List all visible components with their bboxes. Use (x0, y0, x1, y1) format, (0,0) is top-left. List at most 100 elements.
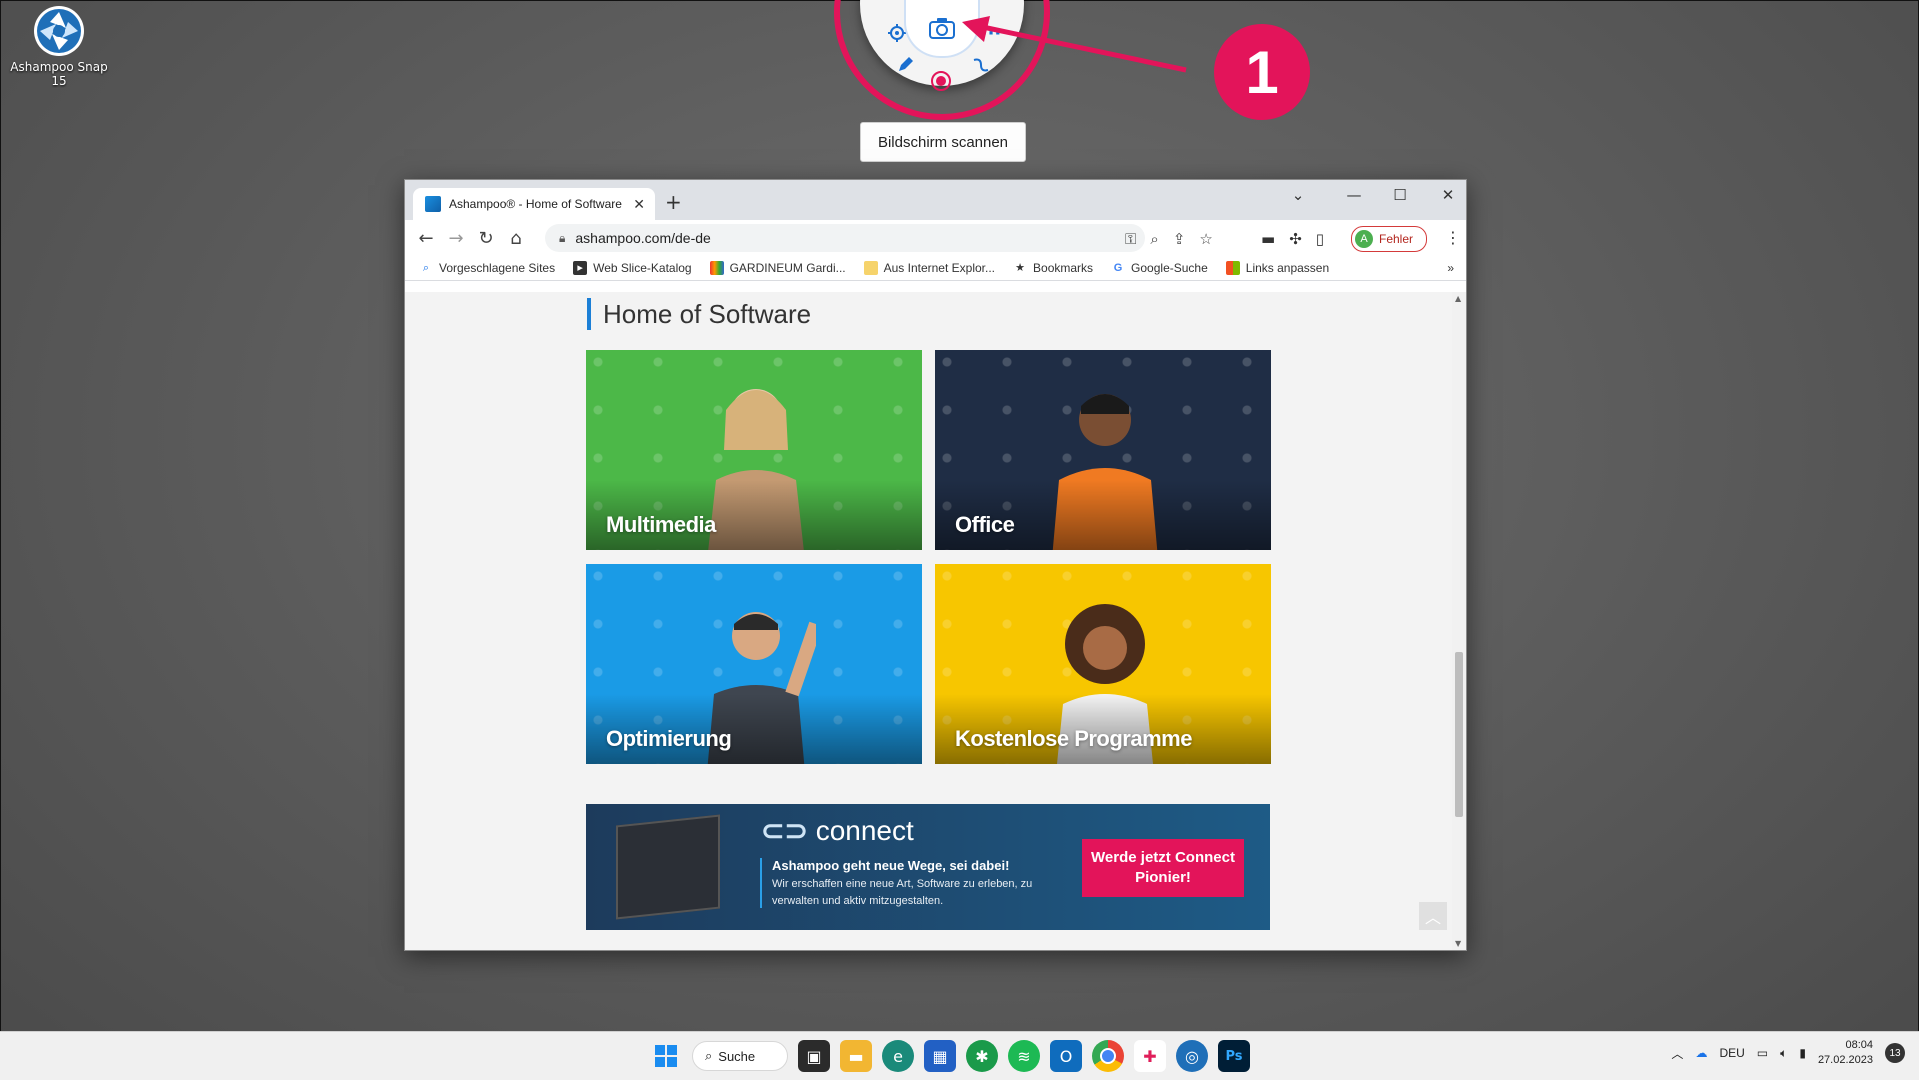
scroll-to-top-button[interactable]: ︿ (1419, 902, 1447, 930)
network-icon[interactable]: ▭ (1757, 1046, 1768, 1060)
zoom-icon[interactable]: ⌕ (1150, 230, 1158, 248)
camera-icon (929, 18, 955, 39)
web-slice-icon: ▸ (573, 261, 588, 275)
extension-icon[interactable]: ▬ (1261, 230, 1275, 248)
side-panel-icon[interactable]: ▯ (1316, 230, 1324, 248)
bookmark-item[interactable]: ▸ Web Slice-Katalog (573, 261, 692, 275)
connect-logo: ⊂⊃ connect (761, 815, 914, 846)
gardineum-icon (709, 261, 724, 275)
bookmark-item[interactable]: ⌕ Vorgeschlagene Sites (419, 261, 555, 275)
battery-icon[interactable]: ▮ (1799, 1046, 1806, 1060)
connect-banner[interactable]: ⊂⊃ connect Ashampoo geht neue Wege, sei … (586, 804, 1270, 930)
edge-icon[interactable]: e (882, 1040, 914, 1072)
tile-label: Optimierung (606, 726, 732, 751)
windows-logo-icon (655, 1045, 677, 1067)
tile-office[interactable]: Office (935, 350, 1271, 550)
show-hidden-icons-chevron-icon[interactable]: ︿ (1671, 1045, 1683, 1062)
tile-kostenlose-programme[interactable]: Kostenlose Programme (935, 564, 1271, 764)
avatar: A (1355, 230, 1373, 248)
back-icon[interactable]: ← (411, 228, 441, 249)
annotation-arrow (962, 16, 1187, 73)
windows-taskbar: ⌕ Suche ▣ ▬ e ▦ ✱ ≋ O ✚ ◎ Ps ︿ ☁ DEU ▭ 🔈… (0, 1031, 1919, 1080)
page-scrollbar[interactable]: ▲ ▼ (1452, 292, 1466, 950)
forward-icon[interactable]: → (441, 228, 471, 249)
scroll-up-arrow-icon[interactable]: ▲ (1455, 294, 1461, 303)
taskbar-search[interactable]: ⌕ Suche (692, 1041, 788, 1071)
puzzle-icon[interactable]: ✣ (1289, 230, 1302, 248)
reload-icon[interactable]: ↻ (471, 228, 501, 249)
star-icon: ★ (1015, 262, 1025, 274)
pen-icon[interactable] (888, 48, 922, 82)
url-text: ashampoo.com/de-de (575, 230, 711, 246)
lock-icon: 🔒︎ (559, 230, 566, 245)
app-mockup-image (616, 814, 720, 920)
banner-headline: Ashampoo geht neue Wege, sei dabei! (772, 858, 1010, 873)
bookmark-item[interactable]: GARDINEUM Gardi... (709, 261, 846, 275)
desktop-icon-ashampoo-snap[interactable]: Ashampoo Snap 15 (6, 6, 112, 88)
search-icon: ⌕ (705, 1048, 713, 1063)
browser-window: Ashampoo® - Home of Software ✕ + ⌄ — ☐ ✕… (404, 179, 1467, 951)
share-icon[interactable]: ⇪ (1173, 230, 1186, 248)
scrollbar-thumb[interactable] (1455, 652, 1463, 817)
volume-icon[interactable]: 🔈︎ (1780, 1046, 1787, 1061)
tile-label: Multimedia (606, 512, 716, 537)
start-button[interactable] (650, 1040, 682, 1072)
record-icon[interactable] (924, 64, 958, 98)
browser-menu-icon[interactable]: ⋮ (1445, 228, 1461, 247)
maximize-icon[interactable]: ☐ (1383, 186, 1417, 204)
tab-close-icon[interactable]: ✕ (633, 196, 645, 213)
ashampoo-snap-taskbar-icon[interactable]: ◎ (1176, 1040, 1208, 1072)
clock-time: 08:04 (1845, 1039, 1873, 1051)
tile-label: Office (955, 512, 1015, 537)
bookmark-item[interactable]: Links anpassen (1225, 261, 1329, 275)
input-language[interactable]: DEU (1719, 1046, 1744, 1060)
task-view-icon[interactable]: ▣ (798, 1040, 830, 1072)
tab-search-chevron-icon[interactable]: ⌄ (1281, 186, 1315, 204)
banner-text: Wir erschaffen eine neue Art, Software z… (772, 878, 1033, 907)
bookmark-star-icon[interactable]: ☆ (1199, 230, 1212, 248)
sync-app-icon[interactable]: ✱ (966, 1040, 998, 1072)
more-bookmarks-icon[interactable]: » (1447, 261, 1454, 275)
tab-title: Ashampoo® - Home of Software (449, 197, 622, 211)
notification-badge[interactable]: 13 (1885, 1043, 1905, 1063)
page-title: Home of Software (587, 298, 811, 330)
onedrive-icon[interactable]: ☁ (1695, 1046, 1707, 1060)
scroll-down-arrow-icon[interactable]: ▼ (1455, 939, 1461, 948)
browser-tab[interactable]: Ashampoo® - Home of Software ✕ (413, 188, 655, 220)
minimize-icon[interactable]: — (1337, 186, 1371, 204)
page-viewport: Home of Software Multimedia Office Optim… (405, 292, 1453, 950)
address-bar[interactable]: 🔒︎ ashampoo.com/de-de (545, 224, 1145, 252)
tile-multimedia[interactable]: Multimedia (586, 350, 922, 550)
home-icon[interactable]: ⌂ (501, 228, 531, 249)
bookmarks-bar: ⌕ Vorgeschlagene Sites ▸ Web Slice-Katalog… (405, 256, 1466, 281)
spotify-icon[interactable]: ≋ (1008, 1040, 1040, 1072)
outlook-icon[interactable]: O (1050, 1040, 1082, 1072)
slack-icon[interactable]: ✚ (1134, 1040, 1166, 1072)
desktop-icon-label: Ashampoo Snap 15 (10, 60, 108, 88)
connect-pionier-button[interactable]: Werde jetzt Connect Pionier! (1082, 839, 1244, 897)
clock-date: 27.02.2023 (1817, 1054, 1873, 1066)
taskbar-search-label: Suche (718, 1048, 756, 1064)
tab-bar: Ashampoo® - Home of Software ✕ + ⌄ — ☐ ✕ (405, 180, 1466, 220)
file-explorer-icon[interactable]: ▬ (840, 1040, 872, 1072)
close-window-icon[interactable]: ✕ (1431, 186, 1465, 204)
photoshop-icon[interactable]: Ps (1218, 1040, 1250, 1072)
tooltip-bildschirm-scannen: Bildschirm scannen (860, 122, 1026, 162)
new-tab-icon[interactable]: + (665, 190, 682, 214)
search-icon: ⌕ (422, 262, 430, 274)
bookmark-item[interactable]: ★ Bookmarks (1013, 261, 1093, 275)
store-icon[interactable]: ▦ (924, 1040, 956, 1072)
windows-links-icon (1225, 261, 1240, 275)
key-icon[interactable]: ⚿ (1125, 230, 1136, 248)
chrome-icon[interactable] (1092, 1040, 1124, 1072)
profile-button[interactable]: A Fehler (1351, 226, 1427, 252)
browser-toolbar: ← → ↻ ⌂ 🔒︎ ashampoo.com/de-de ⚿ ⌕ ⇪ ☆ ▬ … (405, 220, 1466, 256)
tile-optimierung[interactable]: Optimierung (586, 564, 922, 764)
bookmark-item[interactable]: Aus Internet Explor... (863, 261, 995, 275)
ashampoo-snap-icon (34, 6, 84, 56)
chevron-up-icon: ︿ (1424, 908, 1441, 927)
google-icon: G (1113, 262, 1123, 274)
tile-label: Kostenlose Programme (955, 726, 1192, 751)
clock[interactable]: 08:04 27.02.2023 (1818, 1038, 1873, 1068)
bookmark-item[interactable]: G Google-Suche (1111, 261, 1208, 275)
